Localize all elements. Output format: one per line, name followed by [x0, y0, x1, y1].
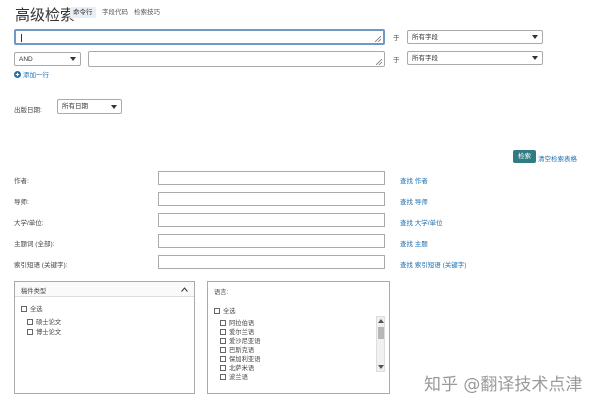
field-select-2[interactable]: 所有字段	[407, 51, 543, 65]
language-item[interactable]: 保加利亚语	[220, 354, 260, 363]
language-item[interactable]: 阿拉伯语	[220, 318, 254, 327]
checkbox[interactable]	[27, 319, 33, 326]
scroll-thumb[interactable]	[378, 327, 384, 339]
language-item[interactable]: 爱沙尼亚语	[220, 336, 260, 345]
search-button[interactable]: 检索	[513, 150, 536, 163]
language-item-label: 爱沙尼亚语	[229, 338, 261, 345]
language-item-label: 北萨米语	[229, 365, 255, 372]
date-select-value: 所有日期	[62, 103, 88, 110]
query-input-1[interactable]	[14, 29, 385, 45]
chevron-down-icon	[70, 57, 76, 61]
chevron-down-icon	[532, 35, 538, 39]
text-cursor	[21, 34, 22, 42]
chevron-up-icon[interactable]	[181, 287, 188, 292]
doc-type-item-label: 硕士论文	[36, 319, 62, 326]
resize-handle-icon[interactable]	[375, 36, 381, 42]
tab-field-codes[interactable]: 字段代码	[99, 7, 131, 18]
language-item-label: 波兰语	[229, 374, 248, 381]
author-label: 作者:	[14, 178, 29, 185]
doc-type-item-label: 博士论文	[36, 329, 62, 336]
language-panel: 语言: 全选 阿拉伯语 爱尔兰语 爱沙尼亚语 巴斯克语 保加利亚语 北萨米语 波…	[207, 281, 390, 394]
checkbox[interactable]	[220, 347, 226, 354]
language-item-label: 全选	[223, 308, 236, 315]
language-item[interactable]: 北萨米语	[220, 363, 254, 372]
language-item[interactable]: 波兰语	[220, 372, 248, 381]
scroll-down-icon[interactable]	[378, 365, 384, 369]
checkbox[interactable]	[220, 320, 226, 327]
language-panel-title: 语言:	[214, 289, 229, 296]
language-item[interactable]: 巴斯克语	[220, 345, 254, 354]
find-author-link[interactable]: 查找 作者	[400, 175, 428, 185]
language-item-label: 保加利亚语	[229, 356, 261, 363]
checkbox[interactable]	[21, 306, 27, 313]
keyword-input[interactable]	[158, 255, 385, 269]
doc-type-panel-header[interactable]: 稿件类型	[15, 282, 194, 297]
language-scrollbar[interactable]	[376, 316, 385, 372]
doc-type-item[interactable]: 硕士论文	[27, 317, 61, 326]
operator-select[interactable]: AND	[14, 52, 81, 66]
chevron-down-icon	[532, 56, 538, 60]
field-select-2-value: 所有字段	[412, 55, 438, 62]
plus-circle-icon	[14, 70, 21, 78]
university-input[interactable]	[158, 213, 385, 227]
checkbox[interactable]	[220, 374, 226, 381]
checkbox[interactable]	[214, 308, 220, 315]
author-input[interactable]	[158, 171, 385, 185]
advisor-input[interactable]	[158, 192, 385, 206]
university-label: 大学/单位:	[14, 220, 44, 227]
in-label-1: 于	[393, 35, 400, 42]
language-panel-header: 语言:	[208, 282, 389, 297]
clear-form-link[interactable]: 清空检索表格	[538, 153, 577, 163]
doc-type-panel: 稿件类型 全选 硕士论文 博士论文	[14, 281, 195, 394]
tab-search-tips[interactable]: 检索技巧	[131, 7, 163, 18]
find-university-link[interactable]: 查找 大学/单位	[400, 217, 443, 227]
watermark: 知乎 @翻译技术点津	[424, 375, 583, 395]
doc-type-item[interactable]: 全选	[21, 304, 43, 313]
operator-select-value: AND	[19, 56, 33, 63]
date-select[interactable]: 所有日期	[57, 99, 122, 114]
in-label-2: 于	[393, 57, 400, 64]
checkbox[interactable]	[220, 338, 226, 345]
doc-type-item[interactable]: 博士论文	[27, 327, 61, 336]
add-row-button[interactable]: 添加一行	[14, 69, 49, 79]
checkbox[interactable]	[220, 329, 226, 336]
query-input-2[interactable]	[88, 51, 385, 67]
resize-handle-icon[interactable]	[376, 59, 382, 65]
date-label: 出版日期:	[14, 107, 42, 114]
scroll-up-icon[interactable]	[378, 319, 384, 323]
keyword-label: 索引短语 (关键字):	[14, 262, 68, 269]
language-item-label: 巴斯克语	[229, 347, 255, 354]
field-select-1[interactable]: 所有字段	[407, 30, 543, 44]
language-item-label: 爱尔兰语	[229, 329, 255, 336]
subject-input[interactable]	[158, 234, 385, 248]
checkbox[interactable]	[220, 356, 226, 363]
language-item-label: 阿拉伯语	[229, 320, 255, 327]
find-subject-link[interactable]: 查找 主题	[400, 238, 428, 248]
chevron-down-icon	[111, 105, 117, 109]
checkbox[interactable]	[220, 365, 226, 372]
language-item[interactable]: 爱尔兰语	[220, 327, 254, 336]
subject-label: 主题词 (全部):	[14, 241, 55, 248]
doc-type-item-label: 全选	[30, 306, 43, 313]
tab-command-line[interactable]: 命令行	[70, 7, 96, 18]
doc-type-panel-title: 稿件类型	[21, 288, 47, 295]
checkbox[interactable]	[27, 329, 33, 336]
field-select-1-value: 所有字段	[412, 34, 438, 41]
find-keyword-link[interactable]: 查找 索引短语 (关键字)	[400, 259, 466, 269]
find-advisor-link[interactable]: 查找 导师	[400, 196, 428, 206]
add-row-label: 添加一行	[23, 72, 49, 79]
page-title: 高级检索	[15, 7, 76, 24]
advisor-label: 导师:	[14, 199, 29, 206]
language-item[interactable]: 全选	[214, 306, 236, 315]
